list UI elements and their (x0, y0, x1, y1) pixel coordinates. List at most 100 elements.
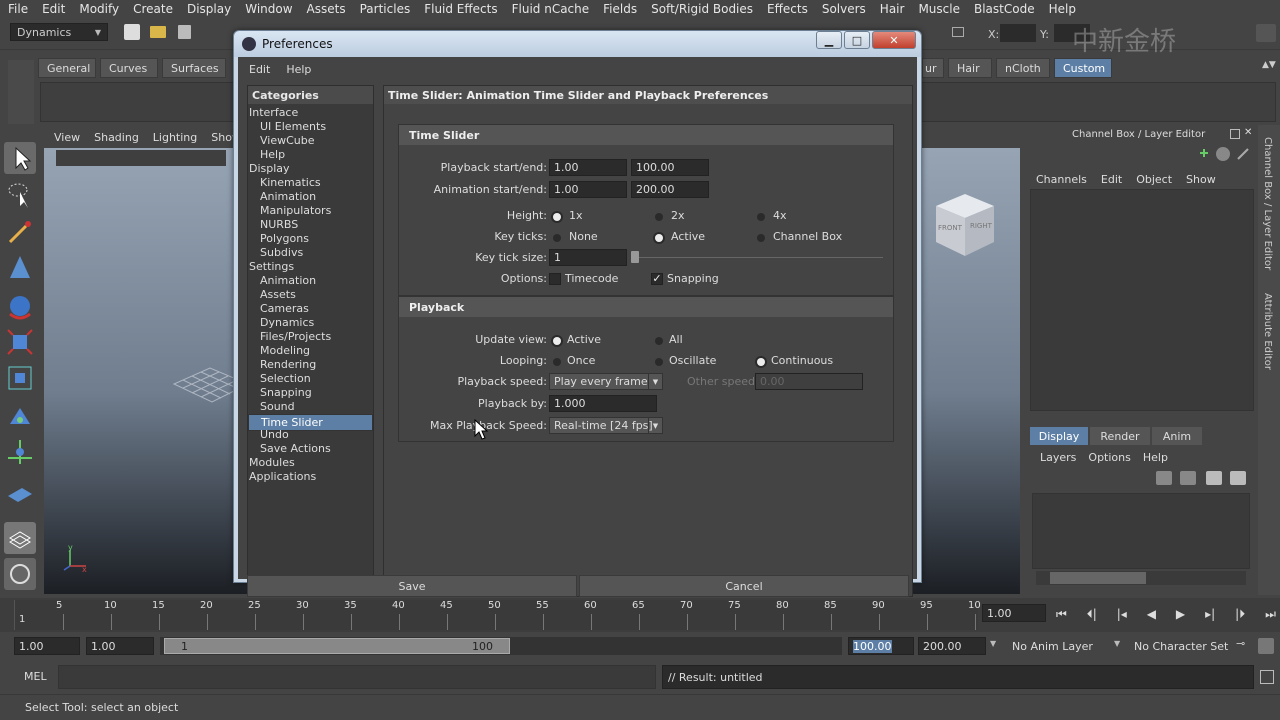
open-scene-icon[interactable] (150, 26, 166, 38)
playback-start-input[interactable]: 1.00 (549, 159, 627, 176)
key-ticks-none-radio[interactable] (553, 234, 561, 242)
rotate-tool-icon[interactable] (4, 290, 36, 322)
menu-soft-rigid-bodies[interactable]: Soft/Rigid Bodies (651, 2, 753, 16)
go-to-start-icon[interactable]: ⏮ (1056, 607, 1067, 622)
chevron-down-icon[interactable]: ▼ (1114, 639, 1120, 648)
layer-tab-anim[interactable]: Anim (1152, 427, 1202, 445)
key-ticks-channel-box-radio[interactable] (757, 234, 765, 242)
show-manip-icon[interactable] (4, 436, 36, 468)
shelf-tab-curves[interactable]: Curves (100, 58, 158, 78)
height-2x-radio[interactable] (655, 213, 663, 221)
step-back-key-icon[interactable]: |◂ (1117, 607, 1127, 621)
save-button[interactable]: Save (247, 575, 577, 597)
playback-end-input[interactable]: 100.00 (631, 159, 709, 176)
channel-list[interactable] (1030, 189, 1254, 411)
menu-blastcode[interactable]: BlastCode (974, 2, 1035, 16)
layer-tab-render[interactable]: Render (1090, 427, 1150, 445)
options-menu[interactable]: Options (1088, 451, 1130, 464)
key-tick-size-input[interactable]: 1 (549, 249, 627, 266)
key-ticks-active-radio[interactable] (655, 234, 663, 242)
category-item[interactable]: Subdivs (248, 246, 373, 260)
show-menu[interactable]: Show (1186, 173, 1216, 186)
key-tick-size-slider[interactable] (631, 257, 883, 258)
time-ruler[interactable]: 1 5 10 15 20 25 30 35 40 45 50 55 60 65 70 75 80 85 90 95 1… (14, 600, 981, 630)
script-editor-icon[interactable] (1260, 670, 1274, 684)
scroll-thumb[interactable] (1050, 572, 1146, 584)
mel-input[interactable] (58, 665, 656, 689)
anim-end-field[interactable]: 200.00 (918, 637, 986, 655)
float-icon[interactable] (1230, 129, 1240, 139)
layout-single-icon[interactable] (4, 522, 36, 554)
category-item[interactable]: UI Elements (248, 120, 373, 134)
menu-help[interactable]: Help (1049, 2, 1076, 16)
time-slider[interactable]: 1 5 10 15 20 25 30 35 40 45 50 55 60 65 70 75 80 85 90 95 1… (0, 598, 1280, 632)
channels-menu[interactable]: Channels (1036, 173, 1087, 186)
category-item[interactable]: Polygons (248, 232, 373, 246)
new-layer-icon[interactable] (1206, 471, 1222, 485)
save-scene-icon[interactable] (178, 25, 191, 39)
category-item[interactable]: Rendering (248, 358, 373, 372)
move-layer-up-icon[interactable] (1156, 471, 1172, 485)
menu-modify[interactable]: Modify (79, 2, 119, 16)
category-item[interactable]: Modules (248, 456, 373, 470)
shelf-tab-surfaces[interactable]: Surfaces (162, 58, 226, 78)
layers-menu[interactable]: Layers (1040, 451, 1076, 464)
playback-start-field[interactable]: 1.00 (86, 637, 154, 655)
height-4x-radio[interactable] (757, 213, 765, 221)
layer-scrollbar[interactable] (1036, 571, 1246, 585)
move-tool-icon[interactable] (4, 252, 36, 284)
category-item[interactable]: Assets (248, 288, 373, 302)
minimize-icon[interactable]: ▁ (816, 31, 842, 49)
anim-start-input[interactable]: 1.00 (549, 181, 627, 198)
input-box-icon[interactable] (952, 27, 964, 37)
panel-menu-view[interactable]: View (54, 131, 80, 144)
edit-menu[interactable]: Edit (1101, 173, 1122, 186)
category-item[interactable]: Animation (248, 190, 373, 204)
menu-particles[interactable]: Particles (360, 2, 411, 16)
mel-label[interactable]: MEL (24, 670, 47, 683)
menu-fluid-effects[interactable]: Fluid Effects (424, 2, 497, 16)
category-item[interactable]: Animation (248, 274, 373, 288)
anim-layer-dropdown[interactable]: No Anim Layer (1008, 637, 1108, 655)
menu-file[interactable]: File (8, 2, 28, 16)
play-backwards-icon[interactable]: ◀ (1147, 607, 1156, 621)
dialog-menu-edit[interactable]: Edit (249, 63, 270, 76)
move-layer-down-icon[interactable] (1180, 471, 1196, 485)
menu-muscle[interactable]: Muscle (918, 2, 960, 16)
category-item[interactable]: Help (248, 148, 373, 162)
time-slider-frame-header[interactable]: Time Slider (399, 125, 893, 145)
channel-toggle-icon[interactable] (1198, 147, 1210, 159)
menu-solvers[interactable]: Solvers (822, 2, 866, 16)
menu-fluid-ncache[interactable]: Fluid nCache (512, 2, 590, 16)
other-speed-input[interactable]: 0.00 (755, 373, 863, 390)
playback-end-field[interactable]: 100.00 (848, 637, 914, 655)
category-item[interactable]: ViewCube (248, 134, 373, 148)
dialog-menu-help[interactable]: Help (286, 63, 311, 76)
scale-tool-icon[interactable] (4, 326, 36, 358)
layout-outliner-icon[interactable] (4, 558, 36, 590)
looping-once-radio[interactable] (553, 358, 561, 366)
paint-select-icon[interactable] (4, 216, 36, 248)
layer-list[interactable] (1032, 493, 1250, 569)
char-set-dropdown[interactable]: No Character Set (1130, 637, 1230, 655)
layer-help-menu[interactable]: Help (1143, 451, 1168, 464)
shelf-tab-custom[interactable]: Custom (1054, 58, 1112, 78)
looping-oscillate-radio[interactable] (655, 358, 663, 366)
shelf-tab-fur[interactable]: ur (922, 58, 944, 78)
shelf-scroll-icon[interactable]: ▲▼ (1262, 60, 1276, 78)
category-item[interactable]: Applications (248, 470, 373, 484)
menu-window[interactable]: Window (245, 2, 292, 16)
prefs-icon[interactable] (1258, 638, 1274, 654)
category-item[interactable]: Dynamics (248, 316, 373, 330)
dialog-titlebar[interactable]: Preferences ▁ □ ✕ (234, 31, 921, 57)
category-item[interactable]: Files/Projects (248, 330, 373, 344)
go-to-end-icon[interactable]: ⏭ (1265, 607, 1276, 622)
step-forward-key-icon[interactable]: ▸| (1205, 607, 1215, 621)
category-item[interactable]: Save Actions (248, 442, 373, 456)
play-forwards-icon[interactable]: ▶ (1176, 607, 1185, 621)
category-item[interactable]: Modeling (248, 344, 373, 358)
close-icon[interactable]: ✕ (872, 31, 916, 49)
menu-effects[interactable]: Effects (767, 2, 808, 16)
channel-pencil-icon[interactable] (1236, 147, 1250, 161)
category-item[interactable]: Interface (248, 106, 373, 120)
